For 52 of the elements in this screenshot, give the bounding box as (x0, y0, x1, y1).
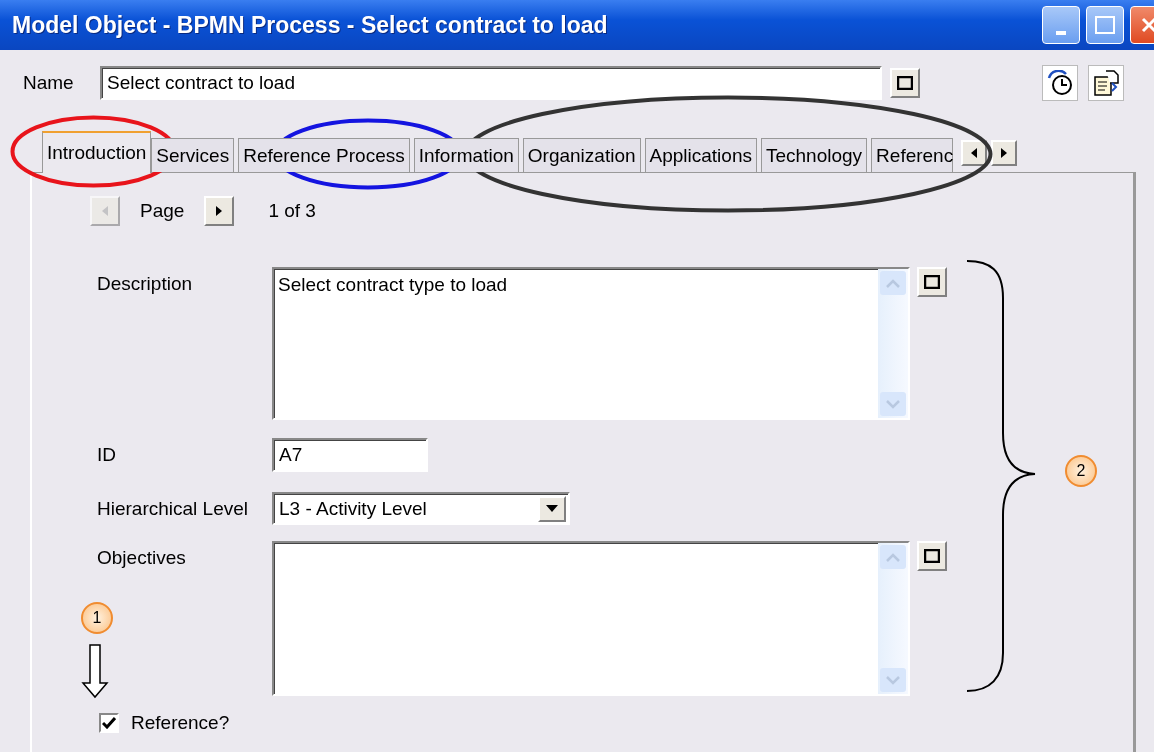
tab[interactable]: Organization (522, 138, 641, 172)
chevron-up-icon (886, 278, 900, 288)
number-badge: 2 (1065, 455, 1097, 487)
tab[interactable]: Technology (760, 138, 868, 172)
objectives-field[interactable] (272, 541, 910, 696)
page-label: Page (140, 200, 185, 222)
chevron-down-icon (886, 399, 900, 409)
expand-button[interactable] (917, 267, 947, 297)
maximize-icon (897, 76, 913, 90)
left-triangle-icon (100, 205, 110, 217)
name-label: Name (23, 72, 75, 94)
id-label: ID (96, 444, 117, 466)
tab[interactable]: Reference Process (238, 138, 410, 172)
description-field[interactable]: Select contract type to load (272, 267, 910, 420)
name-field[interactable]: Select contract to load (100, 66, 882, 100)
reference-checkbox[interactable] (99, 713, 119, 733)
objectives-label: Objectives (96, 546, 187, 569)
tab-scroll-right-button[interactable] (991, 140, 1018, 166)
clock-icon (1046, 70, 1074, 96)
checkmark-icon (102, 717, 116, 729)
hierarchical-level-dropdown[interactable]: L3 - Activity Level (272, 492, 570, 525)
maximize-icon (1095, 16, 1115, 34)
tab-scroll-left-button[interactable] (961, 140, 988, 166)
tab[interactable]: Services (151, 138, 235, 172)
history-button[interactable] (1042, 65, 1078, 101)
hierarchical-level-label: Hierarchical Level (96, 497, 249, 520)
page-position: 1 of 3 (268, 200, 316, 222)
minimize-button[interactable] (1042, 6, 1080, 44)
reference-label: Reference? (131, 712, 230, 734)
expand-button[interactable] (890, 68, 920, 98)
caret-down-icon (546, 505, 558, 512)
tab[interactable]: Referenc (871, 138, 954, 172)
maximize-icon (924, 549, 940, 563)
tab[interactable]: Information (413, 138, 519, 172)
chevron-up-icon (886, 552, 900, 562)
description-label: Description (96, 272, 194, 295)
maximize-button[interactable] (1086, 6, 1124, 44)
minimize-icon (1056, 31, 1066, 35)
down-arrow (81, 644, 109, 699)
window-title: Model Object - BPMN Process - Select contract to load (12, 11, 609, 39)
tab[interactable]: Introduction (42, 131, 152, 173)
tab[interactable]: Applications (644, 138, 757, 172)
expand-button[interactable] (917, 541, 947, 571)
document-icon (1092, 69, 1120, 97)
next-page-button[interactable] (204, 196, 235, 226)
properties-button[interactable] (1088, 65, 1124, 101)
chevron-down-icon (886, 675, 900, 685)
number-badge: 1 (81, 602, 113, 634)
close-icon (1141, 17, 1154, 33)
left-triangle-icon (969, 147, 980, 159)
maximize-icon (924, 275, 940, 289)
id-field[interactable]: A7 (272, 438, 428, 472)
